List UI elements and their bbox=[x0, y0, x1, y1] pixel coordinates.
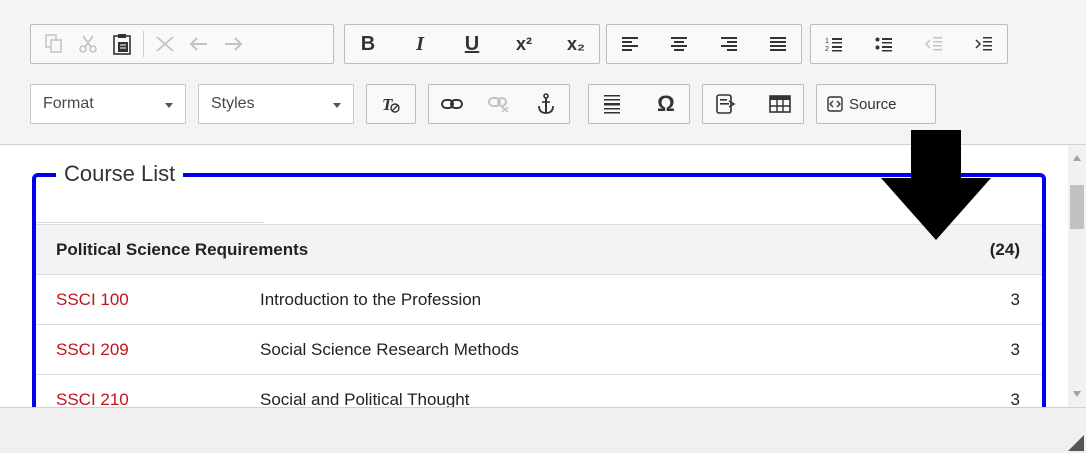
align-justify-icon[interactable] bbox=[761, 27, 795, 61]
course-code-cell: SSCI 209 bbox=[36, 325, 260, 375]
cut-icon[interactable] bbox=[71, 27, 105, 61]
scroll-down-icon[interactable] bbox=[1073, 391, 1081, 397]
remove-format-group: T bbox=[366, 84, 416, 124]
format-dropdown-label: Format bbox=[43, 95, 94, 112]
table-row: SSCI 210 Social and Political Thought 3 bbox=[36, 374, 1042, 407]
toolbar-separator bbox=[143, 31, 144, 57]
increase-indent-icon[interactable] bbox=[967, 27, 1001, 61]
resize-handle-icon[interactable] bbox=[1068, 435, 1084, 451]
svg-text:1: 1 bbox=[825, 38, 829, 45]
copy-icon[interactable] bbox=[37, 27, 71, 61]
source-icon bbox=[827, 96, 843, 112]
anchor-icon[interactable] bbox=[529, 87, 563, 121]
styles-dropdown-label: Styles bbox=[211, 95, 255, 112]
requirement-group-title: Political Science Requirements bbox=[56, 239, 309, 259]
bold-button[interactable]: B bbox=[351, 27, 385, 61]
course-credits: 3 bbox=[1010, 389, 1020, 407]
table-row: SSCI 209 Social Science Research Methods… bbox=[36, 324, 1042, 375]
layout-group bbox=[702, 84, 804, 124]
clipboard-group bbox=[30, 24, 334, 64]
lists-group: 12 bbox=[810, 24, 1008, 64]
undo-icon[interactable] bbox=[182, 27, 216, 61]
unlink-icon[interactable] bbox=[482, 87, 516, 121]
down-arrow-icon bbox=[881, 130, 991, 240]
course-title: Introduction to the Profession bbox=[260, 289, 482, 309]
link-icon[interactable] bbox=[435, 87, 469, 121]
basic-styles-group: B I U x² x₂ bbox=[344, 24, 600, 64]
superscript-button[interactable]: x² bbox=[507, 27, 541, 61]
special-character-icon[interactable]: Ω bbox=[649, 87, 683, 121]
source-button[interactable]: Source bbox=[827, 96, 897, 113]
format-dropdown[interactable]: Format bbox=[30, 84, 186, 124]
course-code-link[interactable]: SSCI 100 bbox=[56, 290, 129, 309]
chevron-down-icon bbox=[165, 103, 173, 108]
course-code-cell: SSCI 100 bbox=[36, 275, 260, 325]
insert-group: Ω bbox=[588, 84, 690, 124]
alignment-group bbox=[606, 24, 802, 64]
align-left-icon[interactable] bbox=[613, 27, 647, 61]
paste-icon[interactable] bbox=[105, 27, 139, 61]
remove-format-x-icon[interactable] bbox=[148, 27, 182, 61]
chevron-down-icon bbox=[333, 103, 341, 108]
numbered-list-icon[interactable]: 12 bbox=[817, 27, 851, 61]
table-row: SSCI 100 Introduction to the Profession … bbox=[36, 274, 1042, 325]
editor-status-bar bbox=[0, 407, 1086, 453]
bulleted-list-icon[interactable] bbox=[867, 27, 901, 61]
source-group: Source bbox=[816, 84, 936, 124]
decrease-indent-icon[interactable] bbox=[917, 27, 951, 61]
styles-dropdown[interactable]: Styles bbox=[198, 84, 354, 124]
redo-icon[interactable] bbox=[216, 27, 250, 61]
rich-text-editor: B I U x² x₂ 12 Format Styles T Ω Source … bbox=[0, 0, 1086, 453]
italic-button[interactable]: I bbox=[403, 27, 437, 61]
horizontal-line-icon[interactable] bbox=[595, 87, 629, 121]
course-credits: 3 bbox=[1010, 339, 1020, 359]
course-code-link[interactable]: SSCI 210 bbox=[56, 390, 129, 407]
course-title: Social and Political Thought bbox=[260, 389, 470, 407]
editor-toolbar: B I U x² x₂ 12 Format Styles T Ω Source bbox=[0, 0, 1086, 145]
source-button-label: Source bbox=[849, 95, 897, 113]
underline-button[interactable]: U bbox=[455, 27, 489, 61]
course-title: Social Science Research Methods bbox=[260, 339, 519, 359]
remove-format-icon[interactable]: T bbox=[374, 87, 408, 121]
course-list-legend: Course List bbox=[56, 159, 184, 189]
template-icon[interactable] bbox=[709, 87, 743, 121]
vertical-scrollbar[interactable] bbox=[1068, 145, 1086, 407]
scrollbar-thumb[interactable] bbox=[1070, 185, 1084, 229]
align-right-icon[interactable] bbox=[712, 27, 746, 61]
legend-divider bbox=[36, 222, 264, 223]
table-icon[interactable] bbox=[763, 87, 797, 121]
svg-text:2: 2 bbox=[825, 46, 829, 52]
align-center-icon[interactable] bbox=[662, 27, 696, 61]
course-credits: 3 bbox=[1010, 289, 1020, 309]
course-code-cell: SSCI 210 bbox=[36, 375, 260, 407]
scroll-up-icon[interactable] bbox=[1073, 155, 1081, 161]
course-table: Political Science Requirements (24) SSCI… bbox=[36, 224, 1042, 407]
links-group bbox=[428, 84, 570, 124]
svg-text:T: T bbox=[382, 95, 393, 114]
subscript-button[interactable]: x₂ bbox=[559, 27, 593, 61]
course-code-link[interactable]: SSCI 209 bbox=[56, 340, 129, 359]
